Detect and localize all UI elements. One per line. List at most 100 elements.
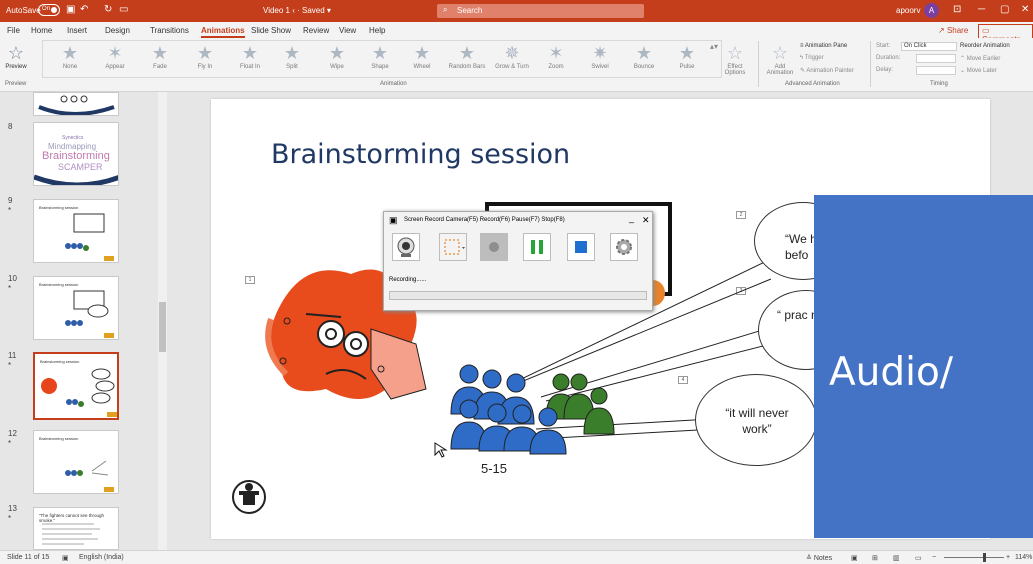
ribbon: ☆ Preview ★ None ✶ Appear ★ Fade ★ Fly In ★ F… [0,38,1033,92]
search-box[interactable]: ⌕ Search [437,4,644,18]
pause-icon [531,240,543,254]
slide-thumbnail-9[interactable]: Brainstorming session [33,199,119,263]
animation-star-icon: * [8,439,12,448]
avatar[interactable]: A [924,3,939,18]
anim-label: Pulse [679,64,695,70]
slide-sorter-icon[interactable]: ⊞ [872,554,878,562]
slideshow-view-icon[interactable]: ▭ [915,554,922,562]
slide-thumbnail-8[interactable]: Synectics Mindmapping Brainstorming SCAM… [33,122,119,186]
tab-insert[interactable]: Insert [67,26,87,35]
anim-fade[interactable]: ★ Fade [140,42,180,70]
document-title[interactable]: Video 1 ‹ · Saved ▾ [263,6,331,15]
maximize-icon[interactable]: ▢ [1000,4,1009,15]
group-size-label[interactable]: 5-15 [481,461,507,476]
slide-thumbnail-10[interactable]: Brainstorming session [33,276,119,340]
close-icon[interactable]: ✕ [1021,4,1029,15]
animation-painter-button[interactable]: ✎ Animation Painter [800,67,854,74]
anim-pulse[interactable]: ★ Pulse [667,42,707,70]
tab-animations[interactable]: Animations [201,26,245,38]
thumbnail-art [65,460,114,492]
minimize-button[interactable]: _ [629,213,634,223]
camera-button[interactable] [392,233,420,261]
group-animation-label: Animation [380,81,407,87]
tab-view[interactable]: View [339,26,356,35]
zoom-slider-thumb[interactable] [983,553,986,562]
zoom-level[interactable]: 114% [1015,554,1032,561]
duration-label: Duration: [876,55,901,61]
anim-appear[interactable]: ✶ Appear [95,42,135,70]
region-select-button[interactable] [439,233,467,261]
animation-pane-button[interactable]: ≡ Animation Pane [800,43,847,49]
tab-review[interactable]: Review [303,26,329,35]
preview-icon: ☆ [7,43,25,63]
ribbon-display-icon[interactable]: ⊡ [953,4,961,15]
star-icon: ★ [678,43,696,63]
slide-thumbnail-12[interactable]: Brainstorming session [33,430,119,494]
webcam-icon [397,237,415,257]
tab-transitions[interactable]: Transitions [150,26,189,35]
settings-button[interactable] [610,233,638,261]
record-button[interactable] [480,233,508,261]
slide-thumbnail-13[interactable]: “The fighters cannot see through smoke.” [33,507,119,550]
share-button[interactable]: ↗ Share [938,26,968,35]
anim-random-bars[interactable]: ★ Random Bars [445,42,489,70]
add-animation-button[interactable]: ☆ Add Animation [762,42,798,76]
redo-icon[interactable]: ↻ [104,4,112,15]
undo-icon[interactable]: ↶ [80,4,88,15]
anim-bounce[interactable]: ★ Bounce [624,42,664,70]
anim-label: Fly In [197,64,213,70]
anim-none[interactable]: ★ None [50,42,90,70]
anim-split[interactable]: ★ Split [272,42,312,70]
stop-button[interactable] [567,233,595,261]
effect-options-button[interactable]: ☆ Effect Options [720,42,750,76]
minimize-icon[interactable]: ─ [978,4,985,15]
tab-help[interactable]: Help [369,26,385,35]
group-advanced-label: Advanced Animation [785,81,840,87]
group-preview-label: Preview [5,81,27,87]
move-later-button[interactable]: ⌄ Move Later [960,67,997,74]
autosave-toggle[interactable]: On [38,4,60,16]
normal-view-icon[interactable]: ▣ [851,554,858,562]
reading-view-icon[interactable]: ▥ [893,554,900,562]
trigger-button[interactable]: ϟ Trigger [800,55,824,61]
thumbnail-scrollbar[interactable] [158,92,167,550]
zoom-out-icon[interactable]: − [932,554,936,561]
zoom-slider[interactable] [944,557,1004,558]
anim-wipe[interactable]: ★ Wipe [317,42,357,70]
tab-slide-show[interactable]: Slide Show [251,26,291,35]
anim-shape[interactable]: ★ Shape [360,42,400,70]
preview-button[interactable]: ☆ Preview [0,42,32,70]
pause-button[interactable] [523,233,551,261]
star-icon: ★ [371,43,389,63]
slide-counter: Slide 11 of 15 [7,554,50,561]
zoom-in-icon[interactable]: + [1006,554,1010,561]
scrollbar-thumb[interactable] [159,302,166,352]
start-label: Start: [876,43,891,49]
present-icon[interactable]: ▭ [119,4,128,15]
spellcheck-icon[interactable]: ▣ [62,554,69,562]
gallery-scroll-icon[interactable]: ▴▾ [710,42,718,51]
star-icon: ★ [151,43,169,63]
start-select[interactable]: On Click [901,42,957,51]
move-earlier-button[interactable]: ⌃ Move Earlier [960,55,1000,62]
tab-design[interactable]: Design [105,26,130,35]
anim-zoom[interactable]: ✶ Zoom [536,42,576,70]
notes-button[interactable]: ≙ Notes [806,554,832,562]
speech-bubble[interactable]: “it will never work” [695,374,817,466]
anim-swivel[interactable]: ✷ Swivel [580,42,620,70]
anim-label: Zoom [548,64,564,70]
language-indicator[interactable]: English (India) [79,554,124,561]
anim-float-in[interactable]: ★ Float In [230,42,270,70]
tab-home[interactable]: Home [31,26,52,35]
duration-input[interactable] [916,54,956,63]
anim-fly-in[interactable]: ★ Fly In [185,42,225,70]
close-button[interactable]: ✕ [642,215,650,226]
anim-wheel[interactable]: ★ Wheel [402,42,442,70]
save-icon[interactable]: ▣ [66,4,75,15]
delay-input[interactable] [916,66,956,75]
slide-thumbnail-partial[interactable] [33,92,119,116]
star-icon: ✵ [504,43,520,63]
anim-grow-turn[interactable]: ✵ Grow & Turn [490,42,534,70]
tab-file[interactable]: File [7,26,20,35]
slide-thumbnail-11[interactable]: Brainstorming session [33,352,119,420]
